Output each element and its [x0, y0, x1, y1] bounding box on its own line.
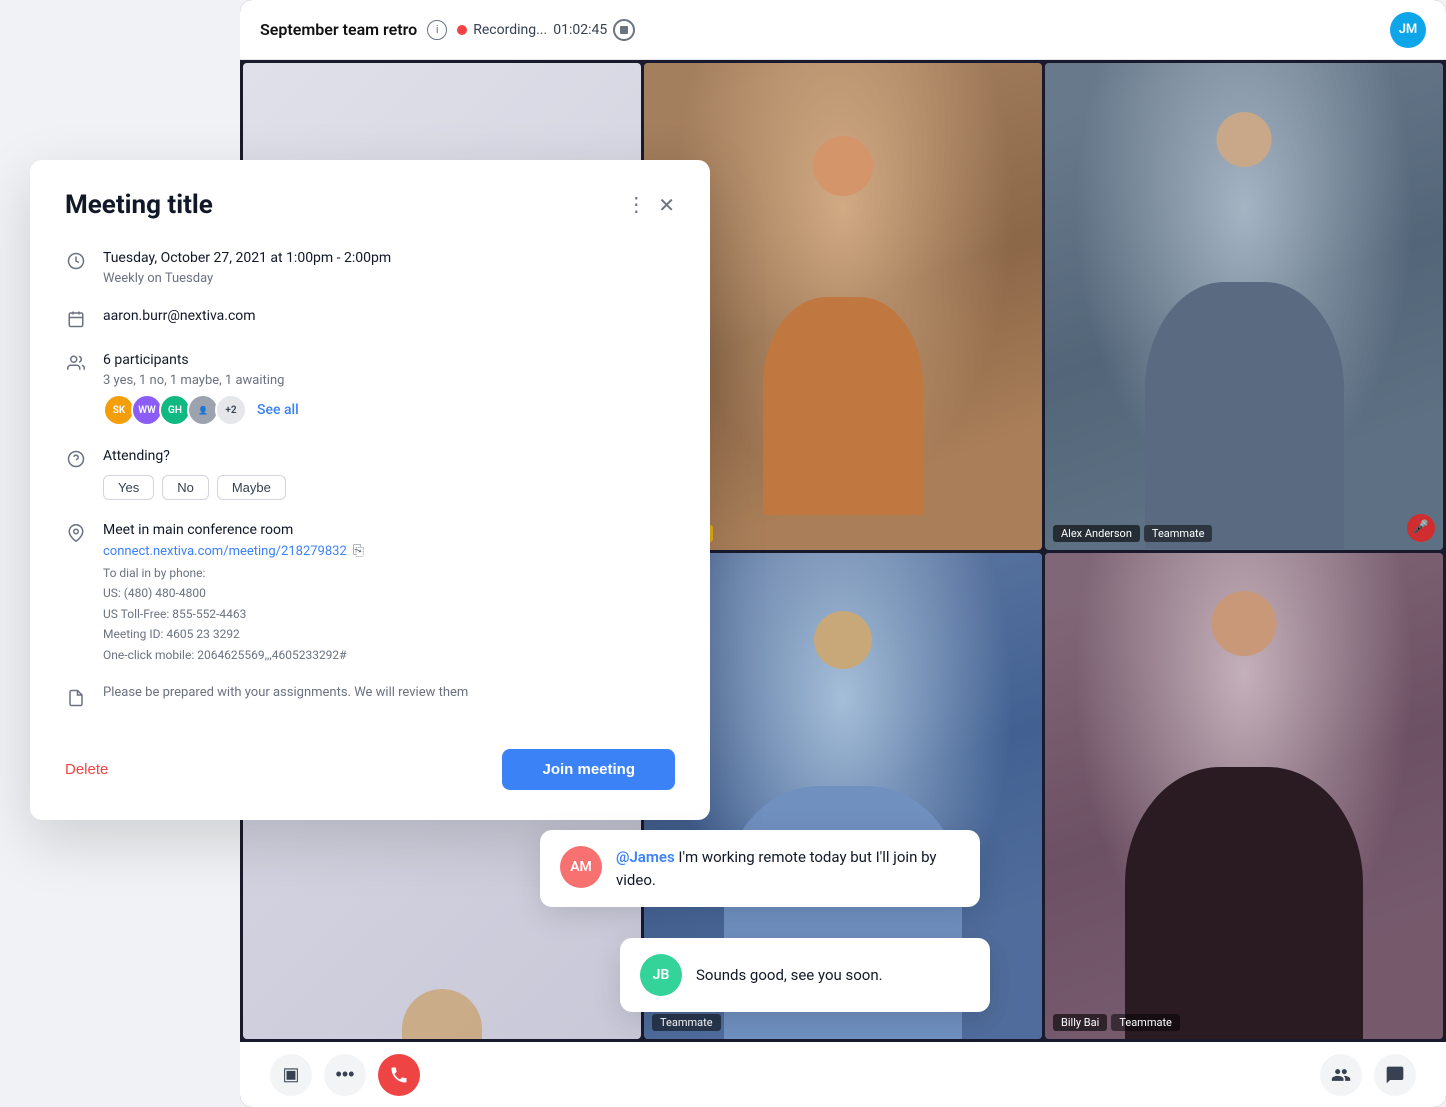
organizer-content: aaron.burr@nextiva.com — [103, 306, 675, 327]
location-text: Meet in main conference room — [103, 520, 675, 541]
copy-icon[interactable]: ⎘ — [353, 543, 364, 559]
recording-timer: 01:02:45 — [553, 22, 607, 38]
participants-status: 3 yes, 1 no, 1 maybe, 1 awaiting — [103, 373, 675, 388]
alex-anderson-name: Alex Anderson — [1053, 525, 1140, 542]
organizer-row: aaron.burr@nextiva.com — [65, 306, 675, 330]
description-text: Please be prepared with your assignments… — [103, 685, 675, 700]
controls-left: ▣ ••• — [270, 1054, 420, 1096]
recurrence-text: Weekly on Tuesday — [103, 271, 675, 286]
participants-count: 6 participants — [103, 350, 675, 371]
chat-message-2: JB Sounds good, see you soon. — [620, 938, 990, 1012]
more-options-button[interactable]: ••• — [324, 1054, 366, 1096]
toll-free: US Toll-Free: 855-552-4463 — [103, 604, 675, 624]
close-panel-button[interactable]: ✕ — [658, 193, 675, 218]
controls-right — [1320, 1054, 1416, 1096]
recording-label: Recording... — [473, 22, 547, 38]
stop-square-icon — [620, 26, 628, 34]
share-screen-button[interactable]: ▣ — [270, 1054, 312, 1096]
avatar-stack: SK WW GH 👤 +2 — [103, 394, 247, 426]
end-call-button[interactable] — [378, 1054, 420, 1096]
user-avatar[interactable]: JM — [1390, 12, 1426, 48]
alex-anderson-role: Teammate — [1144, 525, 1213, 542]
description-content: Please be prepared with your assignments… — [103, 685, 675, 700]
chat-mention: @James — [616, 848, 675, 866]
chat-avatar-jb-initials: JB — [653, 967, 670, 983]
delete-button[interactable]: Delete — [65, 761, 108, 778]
video-cell-5-label: Billy Bai Teammate — [1053, 1014, 1180, 1031]
call-controls: ▣ ••• — [240, 1042, 1446, 1107]
description-icon — [65, 687, 87, 709]
date-time-text: Tuesday, October 27, 2021 at 1:00pm - 2:… — [103, 248, 675, 269]
chat-button[interactable] — [1374, 1054, 1416, 1096]
info-icon[interactable]: i — [427, 20, 447, 40]
chat-avatar-am-initials: AM — [570, 859, 592, 875]
attending-label: Attending? — [103, 446, 675, 467]
description-row: Please be prepared with your assignments… — [65, 685, 675, 709]
meeting-panel: Meeting title ⋮ ✕ Tuesday, October 27, 2… — [30, 160, 710, 820]
maybe-button[interactable]: Maybe — [217, 475, 286, 500]
date-time-row: Tuesday, October 27, 2021 at 1:00pm - 2:… — [65, 248, 675, 286]
video-cell-3-label: Alex Anderson Teammate — [1053, 525, 1212, 542]
question-icon — [65, 448, 87, 470]
see-all-link[interactable]: See all — [257, 402, 299, 418]
participants-row: 6 participants 3 yes, 1 no, 1 maybe, 1 a… — [65, 350, 675, 426]
stop-recording-button[interactable] — [613, 19, 635, 41]
no-button[interactable]: No — [162, 475, 209, 500]
one-click: One-click mobile: 2064625569,,,460523329… — [103, 645, 675, 665]
cell4-role: Teammate — [652, 1014, 721, 1031]
mute-icon: 🎤 — [1407, 514, 1435, 542]
chat-avatar-am: AM — [560, 846, 602, 888]
meeting-id: Meeting ID: 4605 23 3292 — [103, 624, 675, 644]
location-row: Meet in main conference room connect.nex… — [65, 520, 675, 665]
meeting-title-bar: September team retro i Recording... 01:0… — [260, 19, 635, 41]
attending-content: Attending? Yes No Maybe — [103, 446, 675, 500]
dial-in-label: To dial in by phone: — [103, 563, 675, 583]
recording-dot — [457, 25, 467, 35]
organizer-email: aaron.burr@nextiva.com — [103, 306, 675, 327]
meeting-link[interactable]: connect.nextiva.com/meeting/218279832 — [103, 544, 347, 559]
video-cell-5: Billy Bai Teammate — [1045, 553, 1443, 1040]
panel-header: Meeting title ⋮ ✕ — [65, 190, 675, 220]
calendar-icon — [65, 308, 87, 330]
user-initials: JM — [1399, 22, 1418, 37]
meeting-title-text: September team retro — [260, 20, 417, 39]
participants-content: 6 participants 3 yes, 1 no, 1 maybe, 1 a… — [103, 350, 675, 426]
panel-title: Meeting title — [65, 190, 213, 220]
us-phone: US: (480) 480-4800 — [103, 583, 675, 603]
participants-avatars-row: SK WW GH 👤 +2 See all — [103, 394, 675, 426]
location-content: Meet in main conference room connect.nex… — [103, 520, 675, 665]
location-icon — [65, 522, 87, 544]
attend-buttons: Yes No Maybe — [103, 475, 675, 500]
date-time-content: Tuesday, October 27, 2021 at 1:00pm - 2:… — [103, 248, 675, 286]
participants-button[interactable] — [1320, 1054, 1362, 1096]
join-meeting-button[interactable]: Join meeting — [502, 749, 675, 790]
video-cell-4-label: Teammate — [652, 1014, 721, 1031]
participants-icon — [65, 352, 87, 374]
more-options-panel-button[interactable]: ⋮ — [626, 195, 646, 215]
panel-footer: Delete Join meeting — [65, 733, 675, 790]
chat-text-2: Sounds good, see you soon. — [696, 964, 883, 987]
chat-message-1: AM @James I'm working remote today but I… — [540, 830, 980, 907]
video-top-bar: September team retro i Recording... 01:0… — [240, 0, 1446, 60]
chat-text-1: @James I'm working remote today but I'll… — [616, 846, 960, 891]
chat-avatar-jb: JB — [640, 954, 682, 996]
recording-badge: Recording... 01:02:45 — [457, 19, 635, 41]
avatar-more: +2 — [215, 394, 247, 426]
video-cell-3: Alex Anderson Teammate 🎤 — [1045, 63, 1443, 550]
billy-bai-role: Teammate — [1111, 1014, 1180, 1031]
clock-icon — [65, 250, 87, 272]
phone-info: To dial in by phone: US: (480) 480-4800 … — [103, 563, 675, 665]
panel-actions: ⋮ ✕ — [626, 193, 675, 218]
attending-row: Attending? Yes No Maybe — [65, 446, 675, 500]
yes-button[interactable]: Yes — [103, 475, 154, 500]
billy-bai-name: Billy Bai — [1053, 1014, 1107, 1031]
